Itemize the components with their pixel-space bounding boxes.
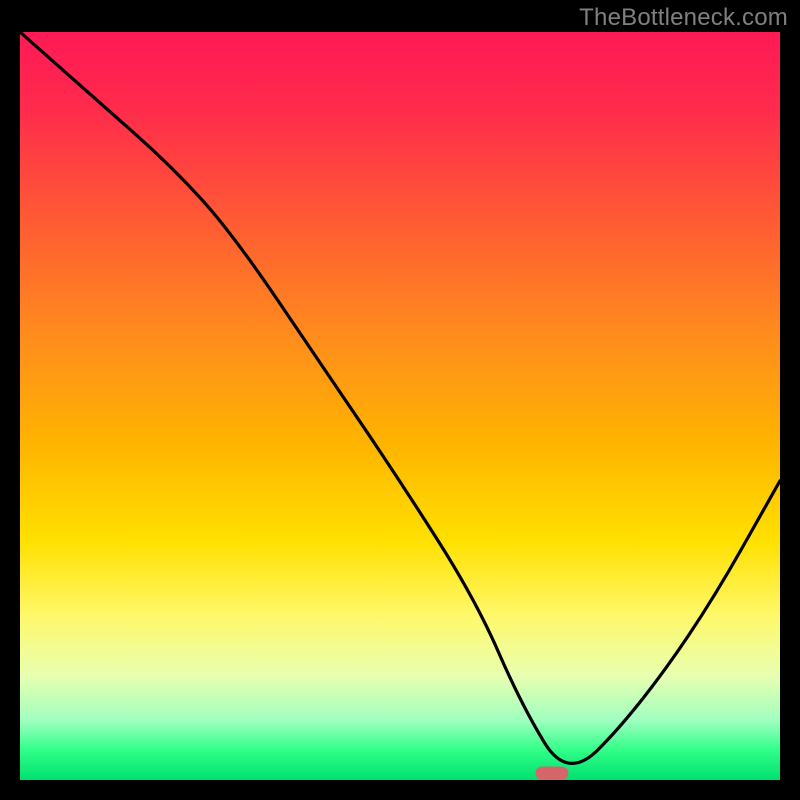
bottleneck-curve-path xyxy=(20,32,780,763)
chart-frame: TheBottleneck.com xyxy=(0,0,800,800)
curve-svg xyxy=(20,32,780,780)
brand-watermark: TheBottleneck.com xyxy=(579,4,788,32)
plot-area xyxy=(20,32,780,780)
optimal-point-marker xyxy=(536,766,569,779)
